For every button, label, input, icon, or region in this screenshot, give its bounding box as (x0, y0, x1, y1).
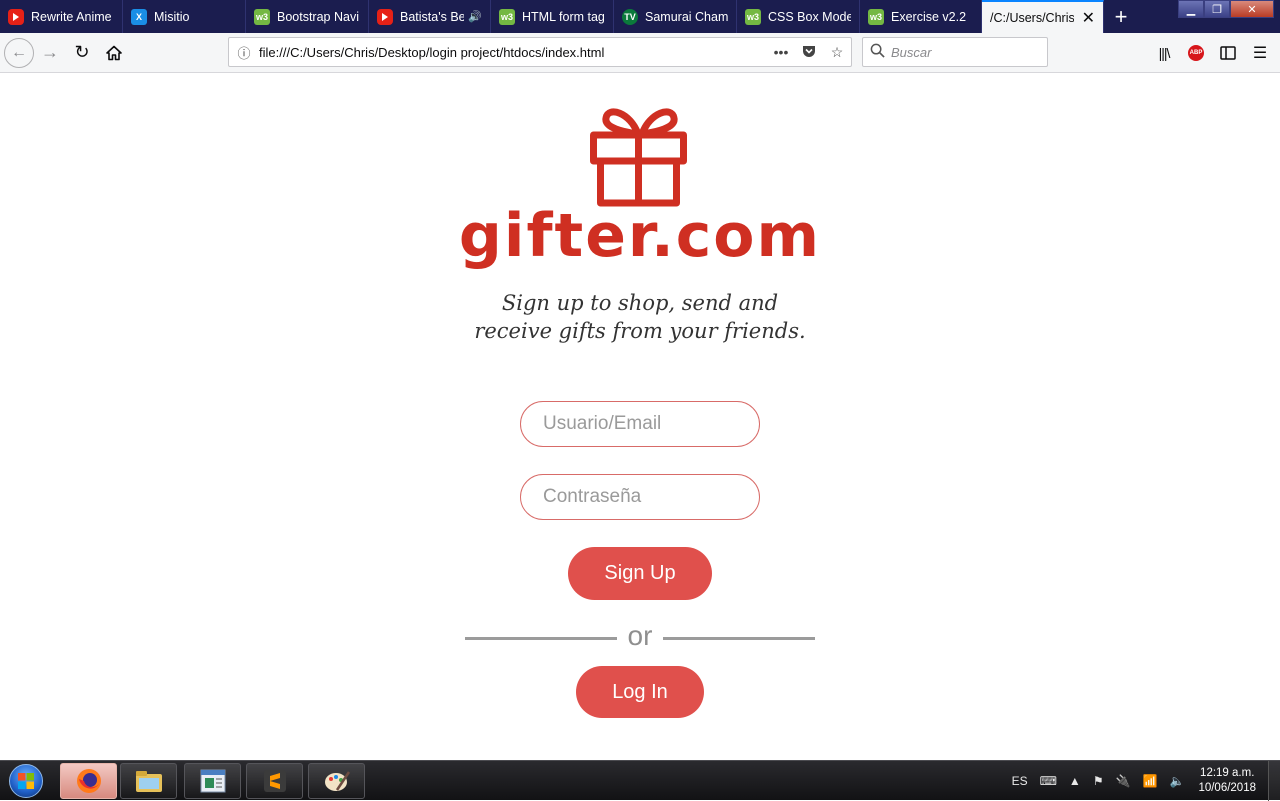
tab-batista[interactable]: Batista's Be 🔊 (369, 0, 491, 33)
library-button[interactable]: |||\ (1148, 37, 1180, 69)
system-tray: ES ⌨ ▲ ⚑ 🔌 📶 🔈 12:19 a.m. 10/06/2018 (1006, 761, 1280, 801)
window-controls: ▁ ❐ ✕ (1178, 0, 1274, 18)
show-hidden-icons-icon[interactable]: ▲ (1069, 774, 1081, 788)
power-icon[interactable]: 🔌 (1116, 774, 1131, 788)
tab-css-box-model[interactable]: w3 CSS Box Model (737, 0, 860, 33)
home-icon (106, 45, 122, 60)
new-tab-button[interactable]: + (1104, 0, 1138, 33)
library-icon: |||\ (1158, 45, 1171, 61)
back-button[interactable]: ← (4, 37, 34, 68)
start-button[interactable] (2, 762, 50, 800)
tab-rewrite-anime[interactable]: Rewrite Anime (0, 0, 123, 33)
x-icon: X (131, 8, 147, 25)
hamburger-menu-icon: ☰ (1252, 45, 1268, 62)
tab-strip: Rewrite Anime X Misitio w3 Bootstrap Nav… (0, 0, 1280, 33)
notepad-icon (200, 769, 225, 793)
sublime-text-icon (263, 770, 286, 792)
username-email-input[interactable] (520, 401, 760, 447)
divider-left (465, 637, 617, 640)
paint-icon (324, 771, 350, 791)
tagline-line-2: receive gifts from your friends. (474, 319, 806, 343)
page-actions-icon[interactable]: ••• (767, 44, 795, 60)
clock[interactable]: 12:19 a.m. 10/06/2018 (1198, 766, 1256, 796)
tv-icon: TV (622, 8, 638, 25)
reload-button[interactable]: ↻ (66, 37, 98, 69)
w3schools-icon: w3 (499, 8, 515, 25)
adblock-plus-icon: ABP (1188, 45, 1204, 61)
tab-label: /C:/Users/Chris/ (990, 10, 1074, 25)
forward-button[interactable]: → (34, 37, 66, 69)
tab-active-local-file[interactable]: /C:/Users/Chris/ ✕ (982, 0, 1104, 33)
youtube-icon (377, 8, 393, 25)
gift-logo-icon (590, 108, 687, 207)
tab-misitio[interactable]: X Misitio (123, 0, 246, 33)
arrow-left-icon: ← (11, 43, 27, 61)
restore-button[interactable]: ❐ (1204, 0, 1230, 18)
w3schools-icon: w3 (868, 8, 884, 25)
tab-exercise[interactable]: w3 Exercise v2.2 (860, 0, 982, 33)
taskbar-paint[interactable] (308, 763, 365, 799)
network-signal-icon[interactable]: 📶 (1143, 774, 1158, 788)
file-explorer-icon (135, 771, 162, 792)
url-bar[interactable]: ⓘ file:///C:/Users/Chris/Desktop/login p… (228, 37, 852, 67)
taskbar-firefox[interactable] (60, 763, 117, 799)
logo-wordmark: gifter.com (458, 201, 822, 271)
log-in-button[interactable]: Log In (576, 666, 704, 718)
adblock-button[interactable]: ABP (1180, 37, 1212, 69)
home-button[interactable] (98, 37, 130, 69)
or-separator: or (627, 620, 653, 651)
tab-label: Samurai Champ (645, 9, 728, 24)
pocket-icon[interactable] (795, 43, 823, 62)
url-text[interactable]: file:///C:/Users/Chris/Desktop/login pro… (259, 45, 767, 60)
tab-label: HTML form tag (522, 9, 605, 24)
tab-label: Exercise v2.2 (891, 9, 967, 24)
arrow-right-icon: → (41, 42, 59, 62)
windows-taskbar: ES ⌨ ▲ ⚑ 🔌 📶 🔈 12:19 a.m. 10/06/2018 (0, 760, 1280, 801)
page-content: gifter.com Sign up to shop, send and rec… (0, 74, 1280, 760)
action-center-flag-icon[interactable]: ⚑ (1093, 774, 1104, 788)
tagline-line-1: Sign up to shop, send and (501, 291, 779, 315)
tab-label: CSS Box Model (768, 9, 851, 24)
minimize-button[interactable]: ▁ (1178, 0, 1204, 18)
search-input[interactable] (891, 44, 1041, 60)
w3schools-icon: w3 (254, 8, 270, 25)
tab-samurai-champ[interactable]: TV Samurai Champ (614, 0, 737, 33)
tab-label: Misitio (154, 9, 190, 24)
show-desktop-button[interactable] (1268, 761, 1280, 801)
sign-up-button[interactable]: Sign Up (568, 547, 712, 600)
taskbar-file-explorer[interactable] (120, 763, 177, 799)
divider-right (663, 637, 815, 640)
tab-html-form-tag[interactable]: w3 HTML form tag (491, 0, 614, 33)
clock-time: 12:19 a.m. (1200, 767, 1255, 779)
taskbar-notepad[interactable] (184, 763, 241, 799)
taskbar-sublime-text[interactable] (246, 763, 303, 799)
tab-bootstrap-navi[interactable]: w3 Bootstrap Navi (246, 0, 369, 33)
search-icon (863, 43, 891, 61)
search-bar[interactable] (862, 37, 1048, 67)
close-tab-icon[interactable]: ✕ (1082, 8, 1095, 28)
keyboard-icon[interactable]: ⌨ (1040, 774, 1057, 788)
tab-label: Bootstrap Navi (277, 9, 359, 24)
info-icon[interactable]: ⓘ (229, 43, 259, 62)
tab-label: Batista's Be (400, 9, 465, 24)
bookmark-star-icon[interactable]: ☆ (823, 44, 851, 61)
password-input[interactable] (520, 474, 760, 520)
sidebar-button[interactable] (1212, 37, 1244, 69)
reload-icon: ↻ (74, 42, 90, 62)
clock-date: 10/06/2018 (1198, 782, 1256, 794)
firefox-icon (76, 769, 101, 793)
youtube-icon (8, 8, 24, 25)
speaker-icon[interactable]: 🔊 (468, 10, 482, 23)
language-indicator[interactable]: ES (1012, 774, 1028, 788)
windows-logo-icon (9, 764, 43, 798)
w3schools-icon: w3 (745, 8, 761, 25)
tagline: Sign up to shop, send and receive gifts … (440, 289, 840, 345)
sidebar-icon (1220, 46, 1236, 60)
tab-label: Rewrite Anime (31, 9, 112, 24)
window-close-button[interactable]: ✕ (1230, 0, 1274, 18)
menu-button[interactable]: ☰ (1244, 37, 1276, 69)
toolbar-right: |||\ ABP ☰ (1148, 37, 1276, 69)
navigation-bar: ← → ↻ ⓘ file:///C:/Users/Chris/Desktop/l… (0, 33, 1280, 73)
volume-icon[interactable]: 🔈 (1169, 774, 1184, 788)
